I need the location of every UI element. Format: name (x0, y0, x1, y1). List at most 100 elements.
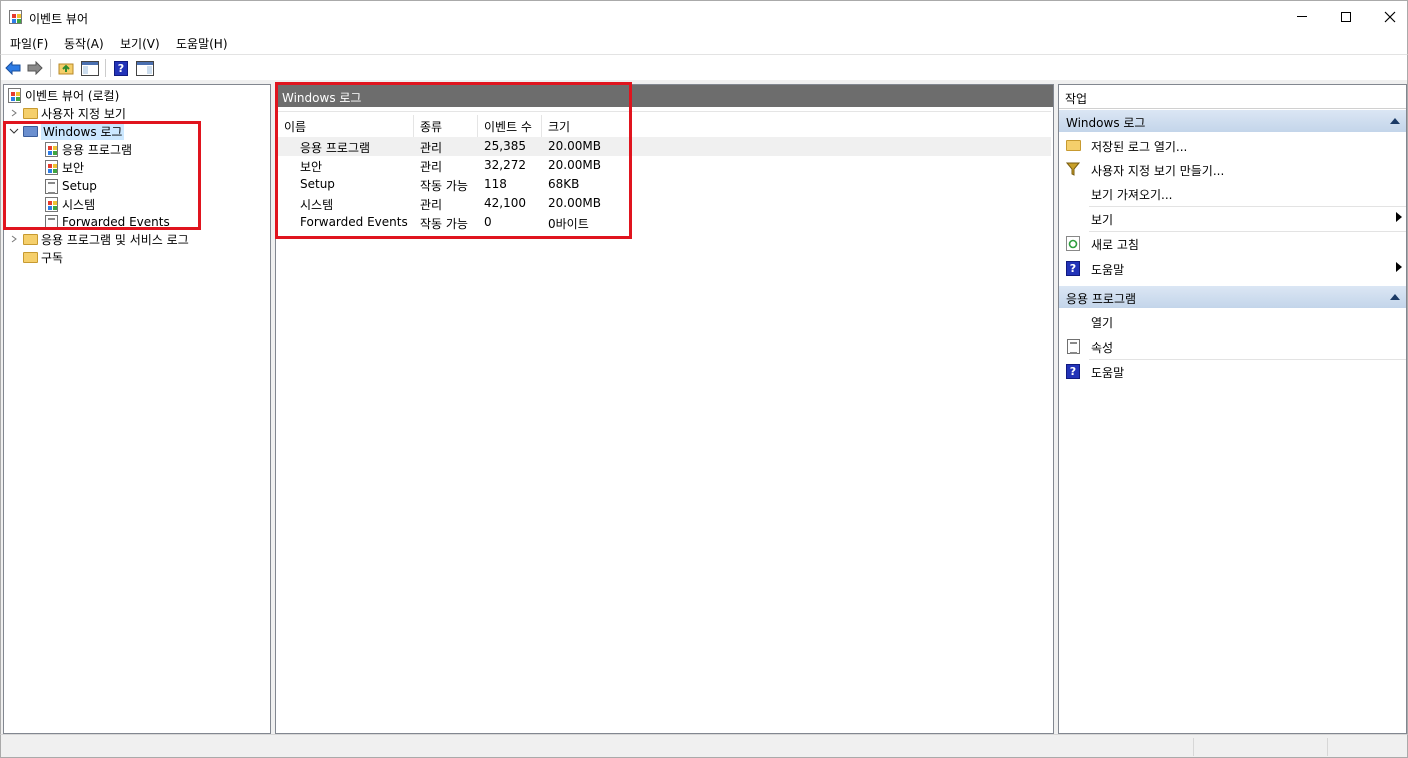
submenu-arrow-icon (1396, 212, 1402, 222)
action-label: 열기 (1091, 316, 1114, 330)
show-hide-console-tree-icon (81, 60, 99, 76)
menu-bar: 파일(F) 동작(A) 보기(V) 도움말(H) (0, 32, 1408, 54)
action-label: 도움말 (1091, 366, 1125, 380)
up-one-level-button[interactable] (57, 59, 75, 77)
action-import-view[interactable]: 보기 가져오기... (1059, 181, 1406, 205)
action-label: 저장된 로그 열기... (1091, 140, 1188, 154)
tree-label-subscriptions: 구독 (41, 250, 64, 265)
row-count: 42,100 (484, 196, 526, 210)
forward-button[interactable] (26, 59, 44, 77)
action-refresh[interactable]: 새로 고침 (1059, 231, 1406, 255)
results-pane-header: Windows 로그 (276, 85, 1053, 107)
tree-label-forwarded-events: Forwarded Events (62, 215, 170, 229)
expand-chevron-icon[interactable] (8, 107, 20, 119)
tree-label-application: 응용 프로그램 (62, 142, 133, 157)
custom-views-folder-icon (22, 107, 38, 119)
help-toolbar-button[interactable]: ? (112, 59, 130, 77)
action-view-submenu[interactable]: 보기 (1059, 206, 1406, 230)
tree-label-root: 이벤트 뷰어 (로컬) (25, 88, 120, 103)
collapse-section-icon[interactable] (1390, 118, 1400, 124)
tree-label-custom-views: 사용자 지정 보기 (41, 106, 126, 121)
row-size: 20.00MB (548, 139, 601, 153)
tree-item-setup[interactable]: Setup (43, 177, 97, 195)
header-divider (278, 111, 1051, 112)
actions-header: 작업 (1065, 92, 1088, 106)
actions-section-application[interactable]: 응용 프로그램 (1059, 286, 1406, 308)
collapse-chevron-icon[interactable] (8, 125, 20, 137)
tree-item-custom-views[interactable]: 사용자 지정 보기 (8, 104, 126, 122)
action-label: 사용자 지정 보기 만들기... (1091, 164, 1225, 178)
table-row[interactable]: 시스템 관리 42,100 20.00MB (278, 194, 1051, 213)
action-create-custom-view[interactable]: 사용자 지정 보기 만들기... (1059, 157, 1406, 181)
refresh-icon (1066, 235, 1080, 251)
console-tree: 이벤트 뷰어 (로컬) 사용자 지정 보기 Windows 로그 응용 프로그램… (3, 84, 271, 734)
section-title: 응용 프로그램 (1066, 292, 1137, 306)
row-count: 0 (484, 215, 492, 229)
column-header-type[interactable]: 종류 (414, 115, 478, 137)
tree-label-setup: Setup (62, 179, 97, 193)
up-folder-icon (58, 63, 74, 75)
show-hide-action-pane-button[interactable] (136, 59, 154, 77)
action-label: 새로 고침 (1091, 238, 1139, 252)
action-open[interactable]: 열기 (1059, 309, 1406, 333)
open-folder-icon (1065, 139, 1081, 151)
column-header-size[interactable]: 크기 (542, 115, 1050, 137)
row-size: 0바이트 (548, 217, 589, 231)
collapse-section-icon[interactable] (1390, 294, 1400, 300)
action-label: 속성 (1091, 341, 1114, 355)
tree-label-app-service-logs: 응용 프로그램 및 서비스 로그 (41, 232, 189, 247)
tree-item-root[interactable]: 이벤트 뷰어 (로컬) (6, 86, 119, 104)
system-log-icon (44, 196, 58, 212)
action-help-submenu[interactable]: ? 도움말 (1059, 256, 1406, 280)
tree-item-forwarded-events[interactable]: Forwarded Events (43, 213, 170, 231)
column-header-event-count[interactable]: 이벤트 수 (478, 115, 542, 137)
window-title: 이벤트 뷰어 (29, 12, 89, 26)
windows-logs-folder-icon (22, 125, 38, 137)
tree-item-system[interactable]: 시스템 (43, 195, 95, 213)
menu-file[interactable]: 파일(F) (10, 35, 48, 52)
tree-item-windows-logs[interactable]: Windows 로그 (8, 122, 125, 140)
filter-icon (1066, 162, 1080, 176)
row-name: 시스템 (300, 198, 334, 212)
expand-chevron-icon[interactable] (8, 233, 20, 245)
help-icon: ? (114, 60, 128, 76)
tree-item-app-service-logs[interactable]: 응용 프로그램 및 서비스 로그 (8, 230, 189, 248)
minimize-button[interactable] (1279, 1, 1325, 32)
show-hide-console-tree-button[interactable] (81, 59, 99, 77)
actions-section-windows-logs[interactable]: Windows 로그 (1059, 110, 1406, 132)
tree-item-application[interactable]: 응용 프로그램 (43, 140, 132, 158)
row-name: Forwarded Events (300, 215, 408, 229)
security-log-icon (44, 159, 58, 175)
status-separator (1193, 738, 1194, 756)
back-arrow-icon (5, 61, 21, 75)
menu-help[interactable]: 도움말(H) (176, 35, 228, 52)
client-area: 이벤트 뷰어 (로컬) 사용자 지정 보기 Windows 로그 응용 프로그램… (0, 80, 1408, 734)
tree-item-subscriptions[interactable]: 구독 (22, 248, 63, 266)
status-bar (0, 734, 1408, 758)
menu-view[interactable]: 보기(V) (120, 35, 160, 52)
row-name: 보안 (300, 160, 323, 174)
toolbar-separator (105, 59, 106, 77)
menu-action[interactable]: 동작(A) (64, 35, 104, 52)
table-row[interactable]: Setup 작동 가능 118 68KB (278, 175, 1051, 194)
show-hide-action-pane-icon (136, 60, 154, 76)
toolbar-separator (50, 59, 51, 77)
action-properties[interactable]: 속성 (1059, 334, 1406, 358)
status-separator (1327, 738, 1328, 756)
help-icon: ? (1066, 260, 1080, 276)
event-viewer-app-icon (9, 10, 22, 24)
table-row[interactable]: Forwarded Events 작동 가능 0 0바이트 (278, 213, 1051, 232)
help-icon: ? (1066, 363, 1080, 379)
tree-item-security[interactable]: 보안 (43, 158, 84, 176)
table-row[interactable]: 응용 프로그램 관리 25,385 20.00MB (278, 137, 1051, 156)
section-title: Windows 로그 (1066, 116, 1146, 130)
tree-label-system: 시스템 (62, 197, 96, 212)
maximize-button[interactable] (1323, 1, 1369, 32)
properties-icon (1066, 338, 1080, 354)
column-header-name[interactable]: 이름 (278, 115, 414, 137)
action-open-saved-log[interactable]: 저장된 로그 열기... (1059, 133, 1406, 157)
action-help[interactable]: ? 도움말 (1059, 359, 1406, 383)
close-button[interactable] (1367, 1, 1408, 32)
back-button[interactable] (4, 59, 22, 77)
table-row[interactable]: 보안 관리 32,272 20.00MB (278, 156, 1051, 175)
